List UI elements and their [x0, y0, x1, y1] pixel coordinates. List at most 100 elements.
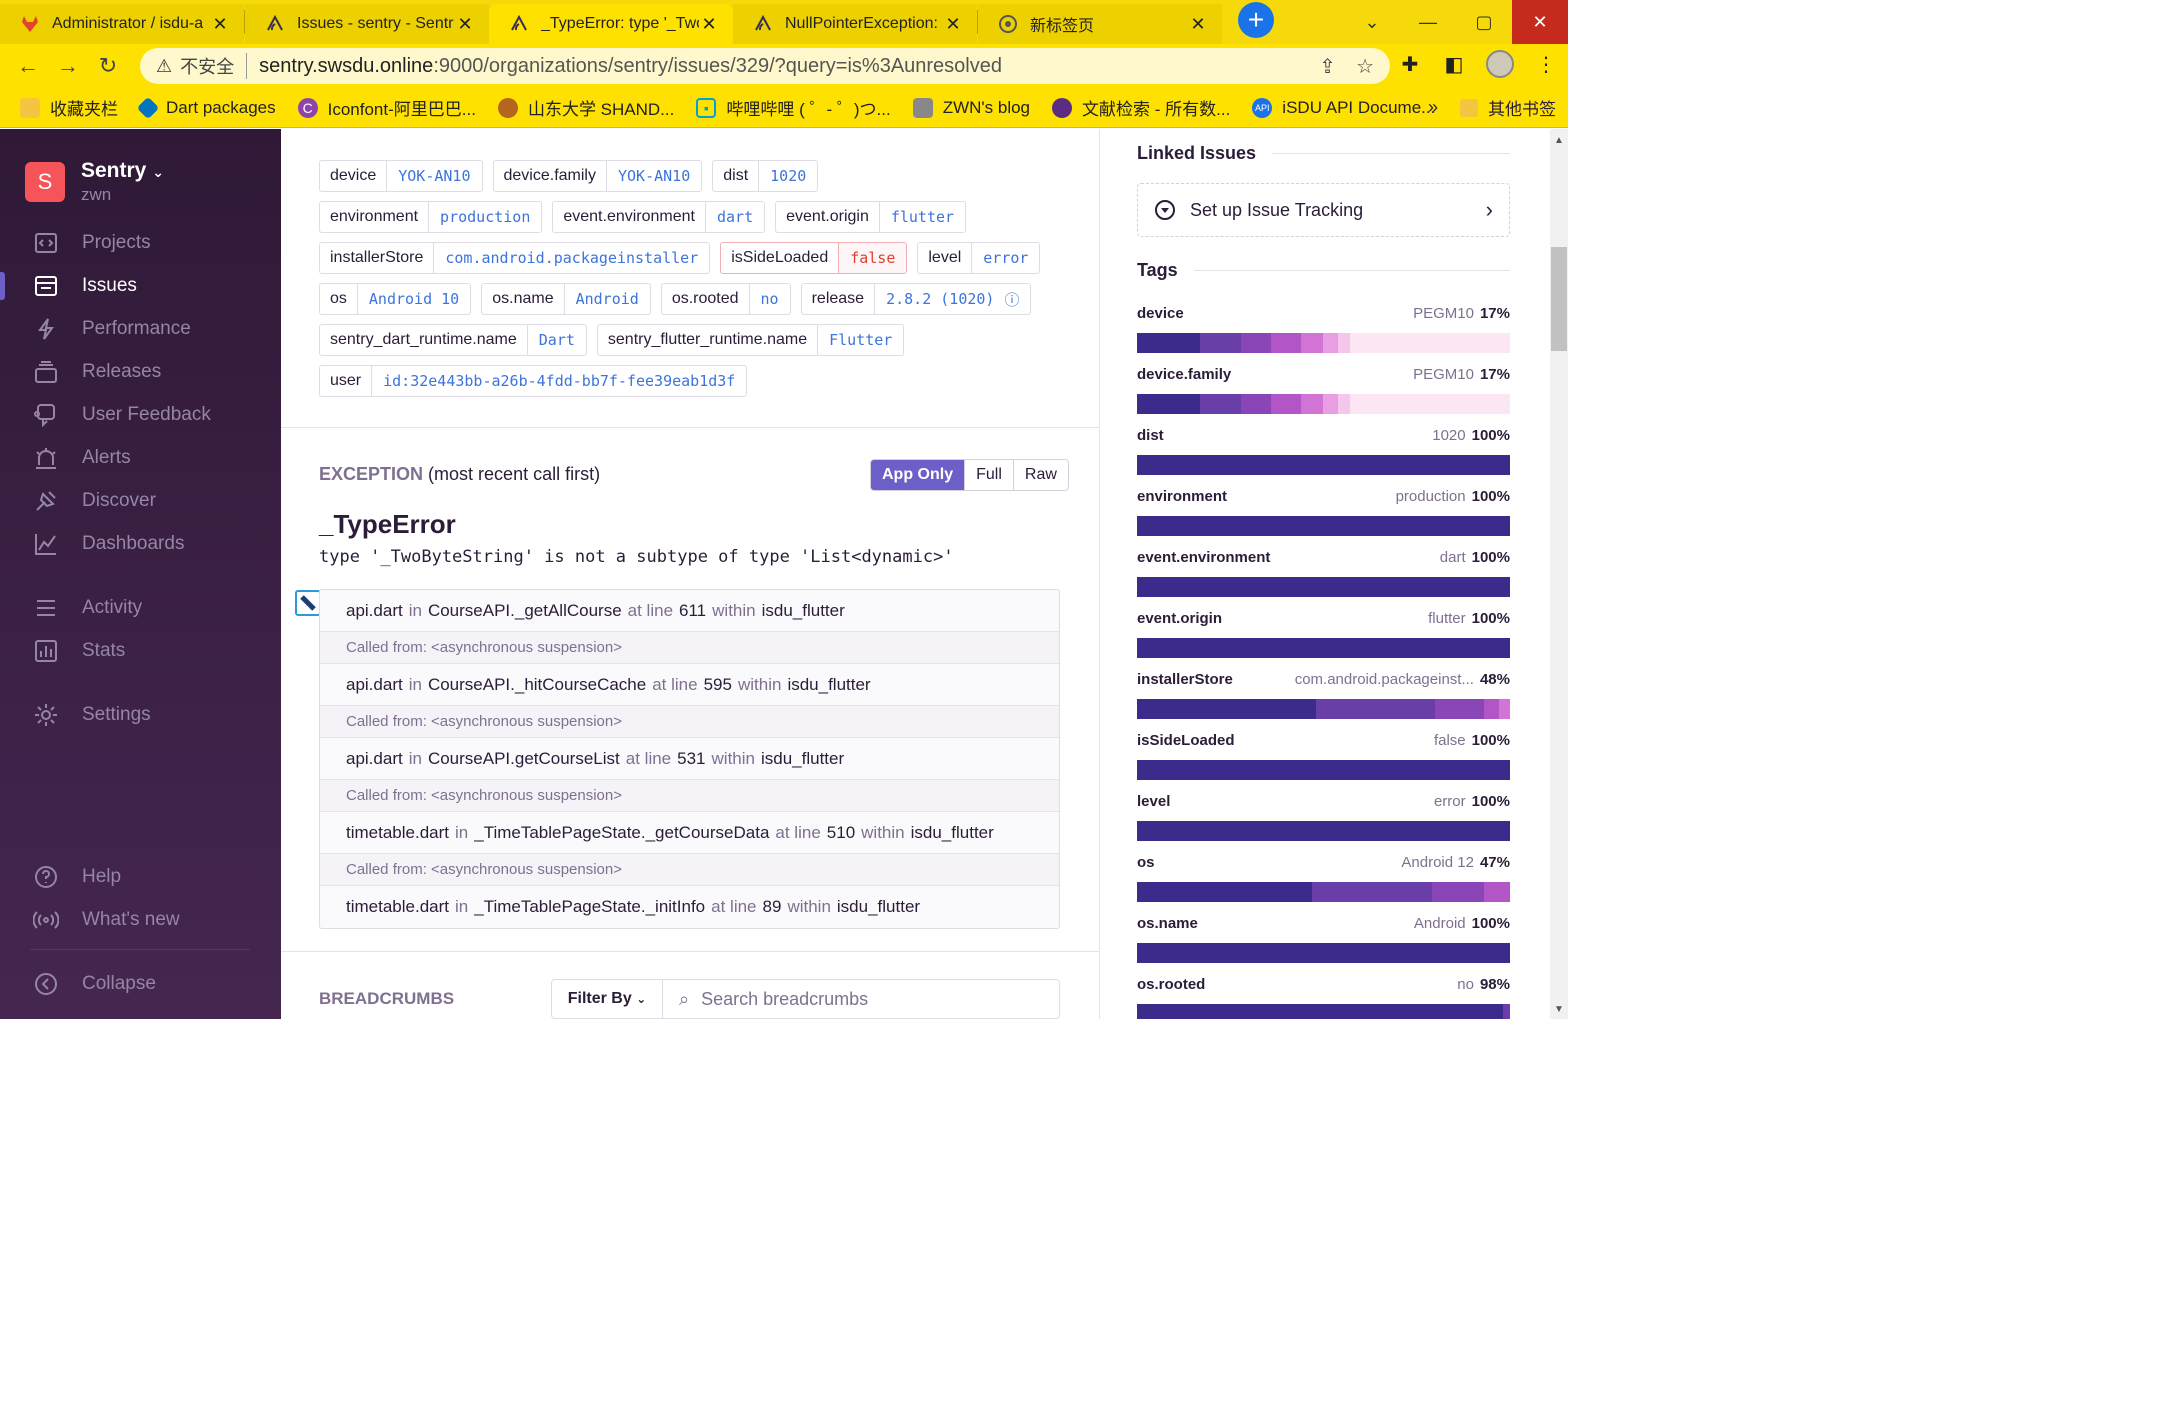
org-switcher[interactable]: S Sentry ⌄ zwn: [25, 159, 164, 205]
tag-value[interactable]: 2.8.2 (1020) ⓘ: [875, 284, 1030, 314]
tag-distribution-row[interactable]: os.rooted no 98%: [1137, 976, 1510, 1019]
tag-distribution-segment[interactable]: [1435, 699, 1484, 719]
tag-distribution-segment[interactable]: [1241, 333, 1272, 353]
bookmark-item[interactable]: Dart packages: [136, 96, 276, 119]
tag-pill[interactable]: sentry_dart_runtime.name Dart: [319, 324, 587, 356]
tag-value[interactable]: flutter: [880, 202, 965, 232]
tag-distribution-bar[interactable]: [1137, 760, 1510, 780]
tag-distribution-segment[interactable]: [1338, 394, 1350, 414]
tag-value[interactable]: no: [750, 284, 790, 314]
tag-distribution-segment[interactable]: [1316, 699, 1436, 719]
browser-tab[interactable]: Issues - sentry - Sentr ✕: [245, 4, 489, 44]
tab-search-icon[interactable]: ⌄: [1344, 0, 1400, 44]
side-panel-icon[interactable]: ◧: [1442, 52, 1466, 77]
close-icon[interactable]: ✕: [455, 14, 475, 35]
scroll-up-icon[interactable]: ▲: [1554, 135, 1564, 146]
tag-distribution-row[interactable]: device.family PEGM10 17%: [1137, 366, 1510, 414]
page-scrollbar[interactable]: ▲ ▼: [1550, 129, 1568, 1019]
tag-distribution-segment[interactable]: [1200, 394, 1242, 414]
tag-distribution-segment[interactable]: [1137, 333, 1201, 353]
bookmark-item[interactable]: ZWN's blog: [912, 97, 1030, 118]
tag-distribution-segment[interactable]: [1137, 455, 1510, 475]
bookmark-item[interactable]: 收藏夹栏: [20, 95, 118, 120]
tag-distribution-segment[interactable]: [1301, 333, 1324, 353]
maximize-icon[interactable]: ▢: [1456, 0, 1512, 44]
insecure-label[interactable]: 不安全: [180, 53, 248, 79]
tag-pill[interactable]: user id:32e443bb-a26b-4fdd-bb7f-fee39eab1…: [319, 365, 748, 397]
sidebar-item-user-feedback[interactable]: User Feedback: [0, 395, 281, 435]
stack-frame[interactable]: api.dart in CourseAPI.getCourseList at line…: [320, 738, 1059, 780]
tag-distribution-segment[interactable]: [1137, 821, 1510, 841]
tag-distribution-row[interactable]: device PEGM10 17%: [1137, 305, 1510, 353]
sidebar-item-settings[interactable]: Settings: [0, 695, 281, 735]
back-icon[interactable]: ←: [8, 46, 48, 86]
tag-distribution-bar[interactable]: [1137, 333, 1510, 353]
tag-value[interactable]: production: [429, 202, 541, 232]
close-icon[interactable]: ✕: [943, 14, 963, 35]
tag-value[interactable]: error: [972, 243, 1039, 273]
tag-pill[interactable]: dist 1020: [712, 160, 819, 192]
tag-distribution-bar[interactable]: [1137, 638, 1510, 658]
tag-distribution-segment[interactable]: [1137, 699, 1317, 719]
tag-value[interactable]: Flutter: [818, 325, 903, 355]
reload-icon[interactable]: ↻: [88, 46, 128, 86]
tag-value[interactable]: YOK-AN10: [607, 161, 701, 191]
breadcrumbs-search-input[interactable]: ⌕ Search breadcrumbs: [662, 979, 1060, 1019]
tag-distribution-row[interactable]: isSideLoaded false 100%: [1137, 732, 1510, 780]
bookmark-item[interactable]: 山东大学 SHAND...: [497, 95, 674, 120]
extensions-icon[interactable]: ✚: [1398, 52, 1422, 77]
view-app-only-button[interactable]: App Only: [871, 460, 965, 490]
sidebar-item-issues[interactable]: Issues: [0, 266, 281, 306]
tag-distribution-segment[interactable]: [1137, 516, 1510, 536]
tag-distribution-bar[interactable]: [1137, 394, 1510, 414]
minimize-icon[interactable]: —: [1400, 0, 1456, 44]
breadcrumbs-filter-button[interactable]: Filter By ⌄: [551, 979, 663, 1019]
tag-distribution-segment[interactable]: [1137, 943, 1510, 963]
scroll-down-icon[interactable]: ▼: [1554, 1004, 1564, 1015]
tag-distribution-bar[interactable]: [1137, 1004, 1510, 1019]
tag-distribution-segment[interactable]: [1323, 394, 1339, 414]
tag-distribution-segment[interactable]: [1137, 394, 1201, 414]
browser-tab[interactable]: Administrator / isdu-a ✕: [0, 4, 244, 44]
tag-distribution-row[interactable]: installerStore com.android.packageinst...…: [1137, 671, 1510, 719]
tag-distribution-segment[interactable]: [1241, 394, 1272, 414]
sidebar-item-projects[interactable]: Projects: [0, 223, 281, 263]
tag-distribution-segment[interactable]: [1431, 882, 1484, 902]
sidebar-item-whats-new[interactable]: What's new: [0, 900, 281, 940]
close-icon[interactable]: ✕: [210, 14, 230, 35]
tag-distribution-segment[interactable]: [1338, 333, 1350, 353]
tag-distribution-segment[interactable]: [1483, 882, 1510, 902]
sidebar-item-discover[interactable]: Discover: [0, 481, 281, 521]
tag-distribution-segment[interactable]: [1502, 1004, 1510, 1019]
stack-frame[interactable]: timetable.dart in _TimeTablePageState._get…: [320, 812, 1059, 854]
view-full-button[interactable]: Full: [964, 460, 1013, 490]
sidebar-item-releases[interactable]: Releases: [0, 352, 281, 392]
tag-pill[interactable]: device YOK-AN10: [319, 160, 483, 192]
new-tab-button[interactable]: +: [1238, 2, 1274, 38]
setup-issue-tracking-button[interactable]: Set up Issue Tracking ›: [1137, 183, 1510, 237]
tag-distribution-segment[interactable]: [1312, 882, 1432, 902]
tag-pill[interactable]: isSideLoaded false: [720, 242, 908, 274]
tag-value[interactable]: id:32e443bb-a26b-4fdd-bb7f-fee39eab1d3f: [372, 366, 746, 396]
sidebar-item-dashboards[interactable]: Dashboards: [0, 524, 281, 564]
scrollbar-thumb[interactable]: [1551, 247, 1567, 351]
tag-distribution-segment[interactable]: [1271, 333, 1302, 353]
info-icon[interactable]: ⓘ: [1004, 289, 1019, 310]
tag-distribution-row[interactable]: event.origin flutter 100%: [1137, 610, 1510, 658]
other-bookmarks[interactable]: 其他书签: [1460, 95, 1556, 120]
tag-distribution-row[interactable]: dist 1020 100%: [1137, 427, 1510, 475]
tag-distribution-segment[interactable]: [1137, 638, 1510, 658]
tag-distribution-segment[interactable]: [1483, 699, 1499, 719]
tag-distribution-segment[interactable]: [1301, 394, 1324, 414]
sidebar-item-help[interactable]: Help: [0, 857, 281, 897]
tag-pill[interactable]: os.name Android: [481, 283, 651, 315]
tag-distribution-segment[interactable]: [1137, 1004, 1503, 1019]
bookmark-item[interactable]: 文献检索 - 所有数...: [1052, 95, 1230, 120]
bookmark-item[interactable]: ▪ 哔哩哔哩 ( ゜- ゜)つ...: [696, 95, 891, 120]
warning-icon[interactable]: ⚠: [156, 56, 172, 77]
tag-pill[interactable]: installerStore com.android.packageinstall…: [319, 242, 711, 274]
tag-value[interactable]: dart: [706, 202, 764, 232]
tag-value[interactable]: com.android.packageinstaller: [434, 243, 709, 273]
tag-pill[interactable]: event.origin flutter: [775, 201, 967, 233]
tag-distribution-segment[interactable]: [1137, 760, 1510, 780]
